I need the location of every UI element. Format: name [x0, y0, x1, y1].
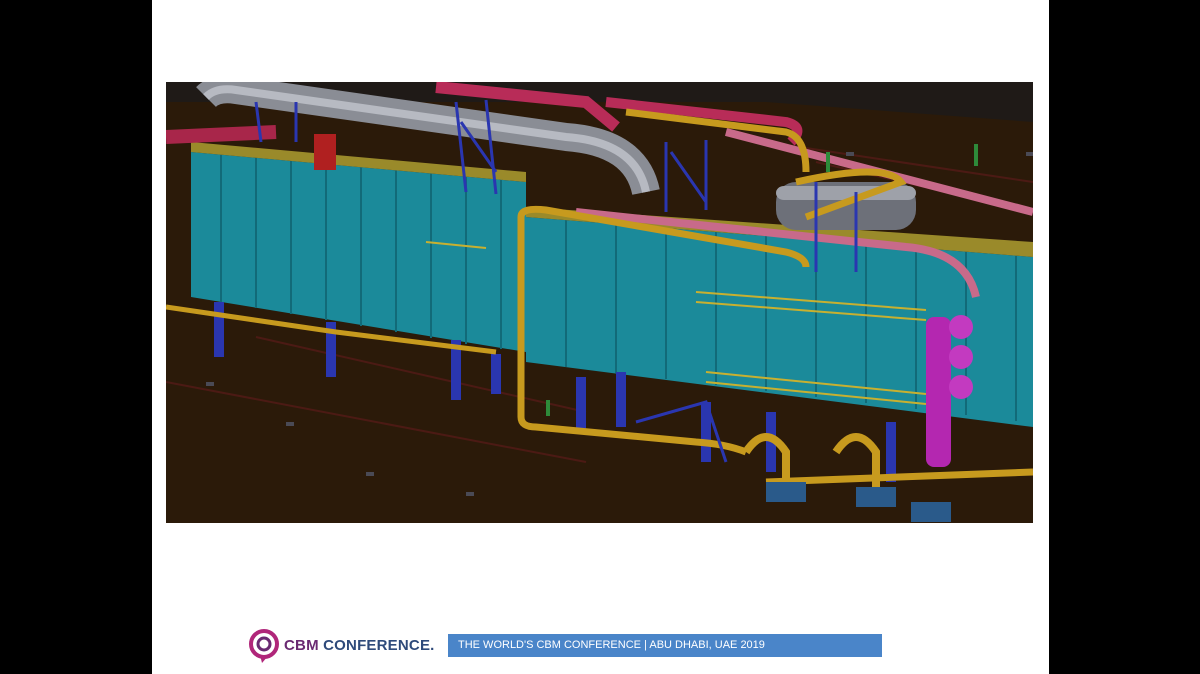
- screen: CBM CONFERENCE. THE WORLD'S CBM CONFEREN…: [0, 0, 1200, 674]
- plant-3d-render-image: [166, 82, 1033, 523]
- brand-cbm: CBM: [284, 637, 319, 654]
- slide-footer: CBM CONFERENCE. THE WORLD'S CBM CONFEREN…: [248, 628, 888, 664]
- brand-conference: CONFERENCE.: [323, 637, 435, 654]
- industrial-plant-3d-model-icon: [166, 82, 1033, 523]
- brand-name: CBM CONFERENCE.: [284, 637, 435, 654]
- presentation-slide: CBM CONFERENCE. THE WORLD'S CBM CONFEREN…: [152, 0, 1049, 674]
- conference-banner: THE WORLD'S CBM CONFERENCE | ABU DHABI, …: [448, 634, 882, 657]
- cbm-conference-logo-icon: [248, 628, 282, 664]
